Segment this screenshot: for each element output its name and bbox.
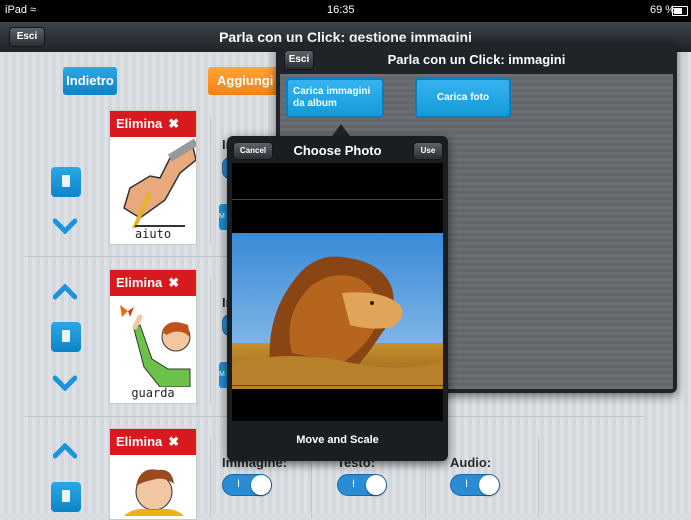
use-button[interactable]: Use [413,142,443,160]
status-bar: iPad ≈ 16:35 69 % [0,0,691,22]
choose-photo-popover: Cancel Choose Photo Use Move and Scale [227,136,448,461]
image-card: Elimina ✖ aiuto [109,110,197,245]
move-up-button[interactable] [53,284,77,300]
move-down-button[interactable] [53,375,77,391]
divider [538,438,539,518]
image-card: Elimina ✖ guarda [109,269,197,404]
photo-crop-area[interactable] [232,163,443,421]
crop-guide-top [232,199,443,200]
battery-icon [672,6,688,16]
audio-toggle[interactable]: I [450,474,500,496]
popover-arrow [332,124,350,136]
lion-photo [232,233,443,389]
close-icon: ✖ [168,434,180,449]
move-down-button[interactable] [53,218,77,234]
pictogram-child [124,469,184,516]
divider [210,118,211,243]
delete-button[interactable]: Elimina ✖ [110,111,196,137]
back-button[interactable]: Indietro [63,67,117,95]
document-icon [62,330,70,342]
document-button[interactable] [51,322,81,352]
crop-guide-bottom [232,385,443,386]
divider [210,278,211,403]
gallery-title: Parla con un Click: immagini [387,52,566,67]
toggle-on-label: I [465,478,469,490]
move-scale-label: Move and Scale [296,434,379,446]
clock: 16:35 [327,4,355,16]
document-button[interactable] [51,167,81,197]
load-album-button[interactable]: Carica immagini da album [286,78,384,118]
toggle-on-label: I [237,478,241,490]
divider [210,438,211,518]
delete-button[interactable]: Elimina ✖ [110,429,196,455]
device-label: iPad [5,4,28,16]
close-icon: ✖ [168,116,180,131]
toggle-on-label: I [352,478,356,490]
document-button[interactable] [51,482,81,512]
image-toggle[interactable]: I [222,474,272,496]
document-icon [62,490,70,502]
move-up-button[interactable] [53,443,77,459]
wifi-icon: ≈ [30,4,37,16]
close-icon: ✖ [168,275,180,290]
audio-label: Audio: [450,455,492,470]
delete-button[interactable]: Elimina ✖ [110,270,196,296]
pictogram-guarda [120,305,191,387]
toggle-knob [251,475,271,495]
toggle-knob [479,475,499,495]
card-word: aiuto [134,227,172,241]
delete-label: Elimina [116,434,163,449]
pictogram-aiuto [123,138,196,228]
document-icon [62,175,70,187]
delete-label: Elimina [116,116,163,131]
card-word: guarda [131,386,175,400]
image-card: Elimina ✖ [109,428,197,520]
delete-label: Elimina [116,275,163,290]
text-toggle[interactable]: I [337,474,387,496]
toggle-knob [366,475,386,495]
load-photo-button[interactable]: Carica foto [415,78,511,118]
